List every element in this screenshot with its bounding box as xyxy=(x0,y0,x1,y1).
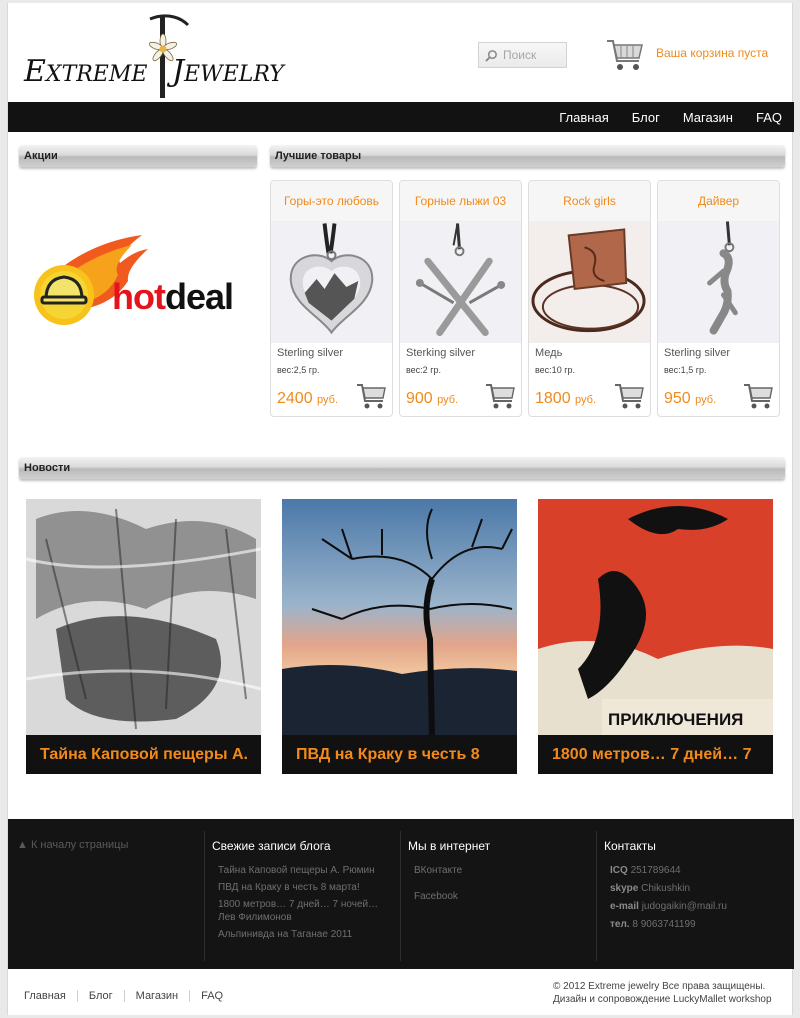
product-material: Sterling silver xyxy=(277,347,344,359)
page: EXTREME JEWELRY Ваша корзина пуста Главн… xyxy=(7,3,794,1015)
news-caption[interactable]: ПВД на Краку в честь 8 xyxy=(282,735,517,774)
add-to-cart-icon[interactable] xyxy=(356,382,386,410)
product-weight: вес:2,5 гр. xyxy=(277,365,320,375)
copyright: © 2012 Extreme jewelry Все права защищен… xyxy=(553,980,772,1006)
product-material: Медь xyxy=(535,347,563,359)
contact-email[interactable]: e-mail judogaikin@mail.ru xyxy=(610,900,727,913)
product-title[interactable]: Горные лыжи 03 xyxy=(400,181,521,221)
bottom-nav-blog[interactable]: Блог xyxy=(76,990,124,1002)
product-card[interactable]: Горы-это любовь Sterling silver вес:2,5 … xyxy=(270,180,393,417)
product-title[interactable]: Rock girls xyxy=(529,181,650,221)
logo[interactable]: EXTREME JEWELRY xyxy=(22,11,302,103)
nav-home[interactable]: Главная xyxy=(559,110,608,125)
news-image[interactable]: ПРИКЛЮЧЕНИЯ xyxy=(538,499,773,735)
nav-blog[interactable]: Блог xyxy=(632,110,660,125)
product-card[interactable]: Дайвер Sterling silver вес:1,5 гр. 950 р… xyxy=(657,180,780,417)
footer-contacts-title: Контакты xyxy=(604,839,656,853)
footer-divider xyxy=(596,831,597,961)
product-price: 950 руб. xyxy=(664,390,717,407)
news-item[interactable]: ПВД на Краку в честь 8 xyxy=(282,499,517,774)
main-navbar: Главная Блог Магазин FAQ xyxy=(8,102,794,132)
promo-section-title: Акции xyxy=(19,145,257,167)
best-products-section-title: Лучшие товары xyxy=(270,145,785,167)
facebook-link[interactable]: Facebook xyxy=(414,890,462,904)
footer-contacts-list: ICQ 251789644 skype Chikushkin e-mail ju… xyxy=(610,864,727,936)
contact-phone: тел. 8 9063741199 xyxy=(610,919,696,930)
product-card[interactable]: Rock girls Медь вес:10 гр. 1800 руб. xyxy=(528,180,651,417)
bottom-nav: Главная Блог Магазин FAQ xyxy=(24,990,234,1002)
footer-blog-title: Свежие записи блога xyxy=(212,839,331,853)
add-to-cart-icon[interactable] xyxy=(485,382,515,410)
contact-skype: skype Chikushkin xyxy=(610,883,691,894)
cart-icon[interactable] xyxy=(605,37,645,73)
footer-social-title: Мы в интернет xyxy=(408,839,491,853)
contact-icq: ICQ 251789644 xyxy=(610,865,681,876)
product-title[interactable]: Дайвер xyxy=(658,181,779,221)
bottom-nav-faq[interactable]: FAQ xyxy=(189,990,234,1002)
back-to-top-link[interactable]: ▲ К началу страницы xyxy=(17,839,128,851)
search-input[interactable] xyxy=(503,48,565,62)
product-image[interactable] xyxy=(529,221,650,343)
footer-divider xyxy=(204,831,205,961)
footer: ▲ К началу страницы Свежие записи блога … xyxy=(8,819,794,969)
nav-shop[interactable]: Магазин xyxy=(683,110,733,125)
credits-text: Дизайн и сопровождение LuckyMallet works… xyxy=(553,994,772,1005)
footer-blog-item[interactable]: 1800 метров… 7 дней… 7 ночей… Лев Филимо… xyxy=(218,898,390,924)
news-image[interactable] xyxy=(282,499,517,735)
hotdeal-text: hotdeal xyxy=(112,276,233,317)
add-to-cart-icon[interactable] xyxy=(614,382,644,410)
product-image[interactable] xyxy=(400,221,521,343)
product-image[interactable] xyxy=(658,221,779,343)
news-caption[interactable]: 1800 метров… 7 дней… 7 xyxy=(538,735,773,774)
product-material: Sterking silver xyxy=(406,347,476,359)
product-card[interactable]: Горные лыжи 03 Sterking silver вес:2 гр.… xyxy=(399,180,522,417)
vkontakte-link[interactable]: ВКонтакте xyxy=(414,864,462,878)
news-item[interactable]: Тайна Каповой пещеры А. xyxy=(26,499,261,774)
search-icon xyxy=(485,49,497,62)
product-weight: вес:2 гр. xyxy=(406,365,441,375)
product-weight: вес:10 гр. xyxy=(535,365,575,375)
nav-faq[interactable]: FAQ xyxy=(756,110,782,125)
svg-text:JEWELRY: JEWELRY xyxy=(166,54,286,89)
product-price: 2400 руб. xyxy=(277,390,339,407)
product-price: 900 руб. xyxy=(406,390,459,407)
product-material: Sterling silver xyxy=(664,347,731,359)
footer-blog-list: Тайна Каповой пещеры А. Рюмин ПВД на Кра… xyxy=(218,864,390,945)
cart-status[interactable]: Ваша корзина пуста xyxy=(656,46,768,60)
search-box[interactable] xyxy=(478,42,567,68)
hotdeal-banner[interactable]: hotdeal xyxy=(24,233,256,329)
news-section-title: Новости xyxy=(19,457,785,479)
footer-blog-item[interactable]: ПВД на Краку в честь 8 марта! xyxy=(218,881,390,894)
news-image[interactable] xyxy=(26,499,261,735)
bottom-nav-home[interactable]: Главная xyxy=(24,990,77,1002)
footer-blog-item[interactable]: Тайна Каповой пещеры А. Рюмин xyxy=(218,864,390,877)
product-weight: вес:1,5 гр. xyxy=(664,365,707,375)
copyright-text: © 2012 Extreme jewelry Все права защищен… xyxy=(553,981,766,992)
footer-social-list: ВКонтакте Facebook xyxy=(414,864,462,908)
product-image[interactable] xyxy=(271,221,392,343)
footer-blog-item[interactable]: Альпинивда на Таганае 2011 xyxy=(218,928,390,941)
news-item[interactable]: ПРИКЛЮЧЕНИЯ 1800 метров… 7 дней… 7 xyxy=(538,499,773,774)
news-caption[interactable]: Тайна Каповой пещеры А. xyxy=(26,735,261,774)
product-price: 1800 руб. xyxy=(535,390,597,407)
bottom-nav-shop[interactable]: Магазин xyxy=(123,990,189,1002)
svg-text:EXTREME: EXTREME xyxy=(23,54,147,89)
product-title[interactable]: Горы-это любовь xyxy=(271,181,392,221)
poster-text: ПРИКЛЮЧЕНИЯ xyxy=(608,710,743,729)
add-to-cart-icon[interactable] xyxy=(743,382,773,410)
footer-divider xyxy=(400,831,401,961)
